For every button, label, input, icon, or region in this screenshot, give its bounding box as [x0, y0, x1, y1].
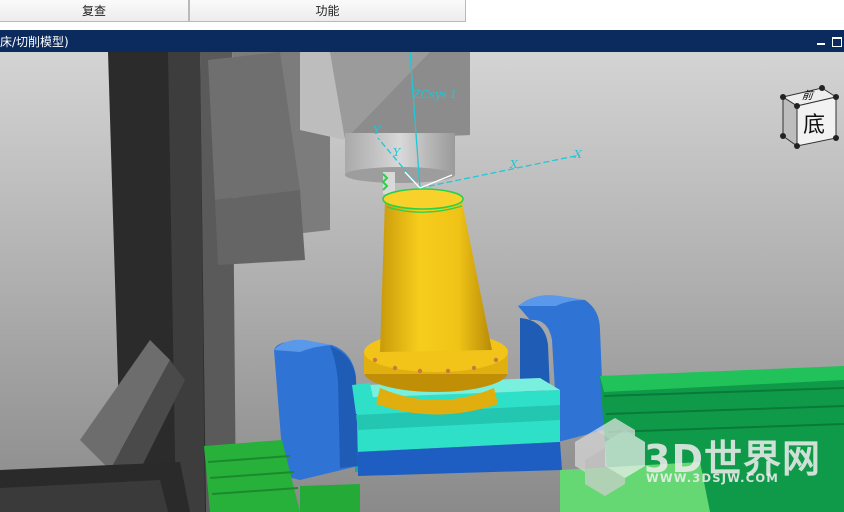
- graphics-viewport[interactable]: ZCsys 1 X X Y Y 前 底 3D世界网 WWW.3DSJW.COM: [0, 52, 844, 512]
- tab-features[interactable]: 功能: [189, 0, 466, 22]
- tab-review[interactable]: 复查: [0, 0, 189, 22]
- maximize-icon: [832, 37, 842, 47]
- cutting-tool: [381, 172, 395, 194]
- window-title: 床/切削模型): [0, 34, 69, 49]
- minimize-button[interactable]: [816, 36, 826, 46]
- minimize-icon: [817, 43, 825, 45]
- window-title-bar: 床/切削模型): [0, 30, 844, 52]
- axis-x-label-far: X: [574, 148, 582, 161]
- csys-label: ZCsys 1: [413, 88, 458, 101]
- watermark-url: WWW.3DSJW.COM: [646, 471, 779, 485]
- axis-x-label-near: X: [510, 158, 518, 171]
- view-cube-front-label: 底: [803, 113, 826, 138]
- axis-y-label-far: Y: [373, 124, 381, 137]
- ribbon-tab-bar: 复查 功能: [0, 0, 844, 28]
- window-controls: [816, 30, 844, 52]
- tab-review-label: 复查: [81, 4, 106, 18]
- maximize-button[interactable]: [832, 36, 842, 47]
- tab-features-label: 功能: [315, 4, 340, 18]
- axis-y-label-near: Y: [393, 146, 401, 159]
